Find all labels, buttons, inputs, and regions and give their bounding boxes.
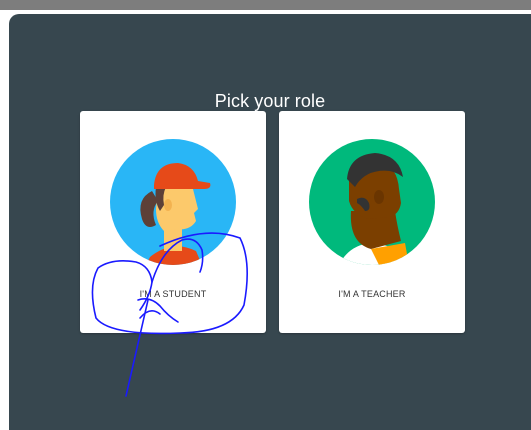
window-top-bar <box>0 0 531 10</box>
student-role-card[interactable]: I'M A STUDENT <box>80 111 266 333</box>
role-picker-dialog: Pick your role I'M A STUDENT I'M A TEACH… <box>9 14 531 430</box>
student-avatar-icon <box>110 139 236 265</box>
teacher-role-card[interactable]: I'M A TEACHER <box>279 111 465 333</box>
teacher-role-label: I'M A TEACHER <box>338 289 406 299</box>
teacher-avatar-icon <box>309 139 435 265</box>
student-role-label: I'M A STUDENT <box>139 289 207 299</box>
dialog-title: Pick your role <box>214 91 326 111</box>
